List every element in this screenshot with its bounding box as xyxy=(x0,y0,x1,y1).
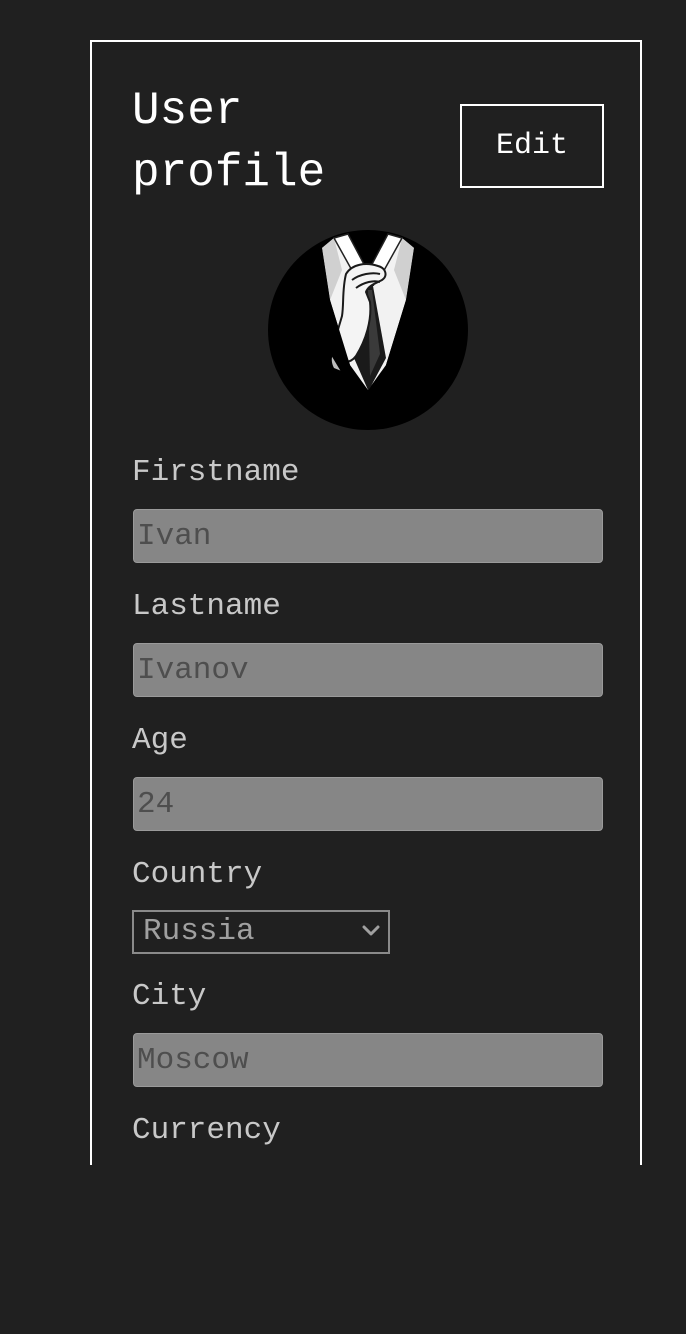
firstname-field[interactable] xyxy=(133,509,603,563)
suit-tie-avatar-icon xyxy=(268,230,468,430)
country-select-value: Russia xyxy=(143,914,255,949)
age-label: Age xyxy=(132,723,188,758)
currency-label: Currency xyxy=(132,1113,281,1148)
age-field[interactable] xyxy=(133,777,603,831)
city-field[interactable] xyxy=(133,1033,603,1087)
country-label: Country xyxy=(132,857,263,892)
lastname-field[interactable] xyxy=(133,643,603,697)
page-title: User profile xyxy=(132,85,326,199)
chevron-down-icon xyxy=(362,925,380,936)
lastname-label: Lastname xyxy=(132,589,281,624)
edit-button[interactable]: Edit xyxy=(460,104,604,188)
avatar xyxy=(268,230,468,430)
city-label: City xyxy=(132,979,207,1014)
firstname-label: Firstname xyxy=(132,455,300,490)
country-select[interactable]: Russia xyxy=(132,910,390,954)
